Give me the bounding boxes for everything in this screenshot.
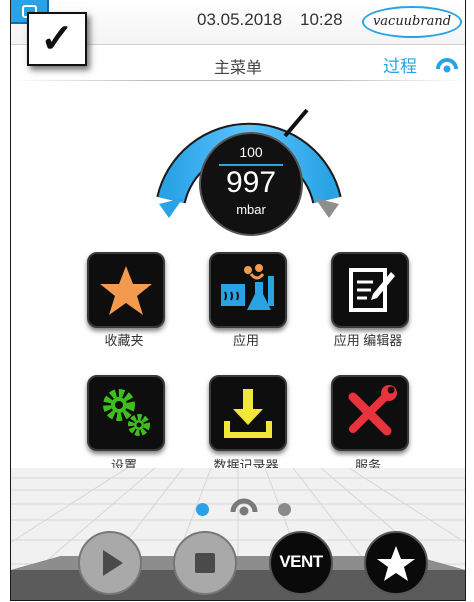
application-icon (221, 264, 274, 310)
download-icon (224, 389, 272, 438)
play-icon (103, 550, 123, 576)
favorite-button[interactable] (364, 531, 428, 595)
star-icon (377, 546, 415, 581)
star-icon (100, 266, 152, 315)
vent-button[interactable]: VENT (269, 531, 333, 595)
pressure-readout: 100 997 mbar (199, 132, 303, 236)
time-display: 10:28 (300, 10, 343, 29)
vent-label: VENT (279, 552, 323, 571)
process-signal-icon[interactable] (436, 56, 458, 74)
gears-icon (103, 389, 150, 436)
brand-logo: vacuubrand (362, 6, 462, 38)
page-indicator-2-signal-icon[interactable] (229, 494, 259, 518)
stop-button[interactable] (173, 531, 237, 595)
pressure-setpoint: 100 (239, 144, 263, 160)
service-tile[interactable] (331, 375, 409, 451)
editor-label: 应用 编辑器 (333, 333, 403, 348)
start-button[interactable] (78, 531, 142, 595)
editor-tile[interactable] (331, 252, 409, 328)
page-indicator-3[interactable] (278, 503, 291, 516)
header-divider (11, 80, 465, 81)
favorites-tile[interactable] (87, 252, 165, 328)
pressure-value: 997 (225, 166, 277, 199)
application-label: 应用 (232, 333, 259, 348)
editor-icon (349, 268, 395, 312)
stop-icon (195, 553, 215, 573)
datalogger-tile[interactable] (209, 375, 287, 451)
app-frame: 03.05.2018 10:28 vacuubrand ✓ 主菜单 过程 100… (10, 0, 466, 601)
tools-icon (348, 385, 397, 436)
favorites-label: 收藏夹 (104, 333, 144, 348)
page-indicator-1[interactable] (196, 503, 209, 516)
process-link[interactable]: 过程 (383, 52, 417, 77)
date-display: 03.05.2018 (197, 10, 283, 29)
pressure-unit: mbar (236, 202, 266, 217)
application-tile[interactable] (209, 252, 287, 328)
settings-tile[interactable] (87, 375, 165, 451)
